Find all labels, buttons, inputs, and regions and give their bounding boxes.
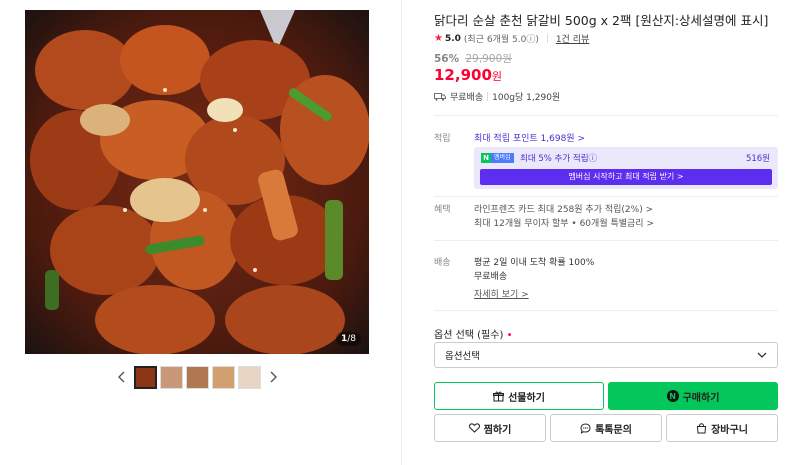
- discount-rate: 56%: [434, 53, 460, 65]
- unit-price: 100g당 1,290원: [492, 93, 561, 103]
- gift-button-label: 선물하기: [508, 392, 545, 404]
- sale-price: 12,900원: [434, 66, 502, 84]
- buy-button[interactable]: N 구매하기: [608, 382, 778, 410]
- cart-button-label: 장바구니: [711, 424, 748, 436]
- option-selected-value: 옵션선택: [445, 351, 480, 362]
- buy-button-label: 구매하기: [682, 392, 720, 404]
- cart-button[interactable]: 장바구니: [666, 414, 778, 442]
- heart-icon: [468, 423, 480, 433]
- divider: [434, 115, 778, 116]
- shipping-label: 무료배송: [450, 93, 484, 103]
- benefits-label: 혜택: [434, 205, 451, 215]
- required-mark: •: [506, 330, 513, 341]
- product-gallery: 1/8: [0, 0, 400, 465]
- thumbnail-1[interactable]: [134, 365, 157, 389]
- divider: [434, 240, 778, 241]
- membership-box: N 멤버십 최대 5% 추가 적립ⓘ 516원 멤버십 시작하고 최대 적립 받…: [474, 147, 778, 189]
- delivery-arrival-rate: 평균 2일 이내 도착 확률 100%: [474, 258, 595, 268]
- membership-extra-points: 최대 5% 추가 적립ⓘ: [520, 154, 598, 164]
- discount-row: 56% 29,900원: [434, 51, 512, 66]
- card-benefit-link[interactable]: 라인프렌즈 카드 최대 258원 추가 적립(2%) >: [474, 202, 653, 215]
- thumbnail-2[interactable]: [160, 365, 183, 389]
- thumbnail-strip: [115, 364, 280, 390]
- rating-row: ★ 5.0 (최근 6개월 5.0ⓘ) 1건 리뷰: [434, 32, 589, 45]
- gift-button[interactable]: 선물하기: [434, 382, 604, 410]
- option-label: 옵션 선택 (필수) •: [434, 326, 512, 341]
- naver-plus-badge: N 멤버십: [481, 153, 514, 163]
- chevron-down-icon: [757, 352, 767, 358]
- product-title: 닭다리 순살 춘천 닭갈비 500g x 2팩 [원산지:상세설명에 표시]: [434, 13, 769, 28]
- review-link[interactable]: 1건 리뷰: [556, 32, 589, 45]
- naver-n-icon: N: [481, 153, 491, 163]
- membership-start-button[interactable]: 멤버십 시작하고 최대 적립 받기 >: [480, 169, 772, 185]
- rating-score: 5.0: [444, 33, 461, 44]
- thumbnail-4[interactable]: [212, 365, 235, 389]
- product-info-panel: 닭다리 순살 춘천 닭갈비 500g x 2팩 [원산지:상세설명에 표시] ★…: [434, 0, 778, 465]
- divider: [434, 310, 778, 311]
- column-divider: [401, 0, 402, 465]
- points-label: 적립: [434, 134, 451, 144]
- option-select[interactable]: 옵션선택: [434, 342, 778, 368]
- shipping-row: 무료배송 100g당 1,290원: [434, 90, 560, 103]
- delivery-detail-link[interactable]: 자세히 보기 >: [474, 287, 529, 300]
- gift-icon: [493, 391, 505, 401]
- rating-detail[interactable]: (최근 6개월 5.0ⓘ): [464, 32, 539, 45]
- dakgalbi-photo: [25, 10, 369, 354]
- wishlist-button[interactable]: 찜하기: [434, 414, 546, 442]
- naver-pay-icon: N: [666, 390, 679, 402]
- rating-separator: [546, 34, 548, 43]
- shipping-separator: [487, 92, 489, 101]
- truck-icon: [434, 92, 446, 101]
- delivery-fee: 무료배송: [474, 272, 508, 282]
- photo-counter: 1/8: [335, 332, 361, 346]
- option-label-text: 옵션 선택 (필수): [434, 330, 504, 341]
- installment-benefit-link[interactable]: 최대 12개월 무이자 할부 • 60개월 특별금리 >: [474, 216, 654, 229]
- main-product-photo[interactable]: 1/8: [25, 10, 369, 354]
- sale-price-value: 12,900: [434, 66, 492, 84]
- divider: [434, 196, 778, 197]
- chat-bubble-icon: [580, 422, 591, 434]
- talktalk-button-label: 톡톡문의: [595, 424, 632, 436]
- thumbnail-3[interactable]: [186, 365, 209, 389]
- shopping-bag-icon: [697, 422, 707, 433]
- membership-amount: 516원: [745, 154, 770, 164]
- chevron-left-icon[interactable]: [115, 365, 129, 389]
- wishlist-button-label: 찜하기: [483, 424, 512, 436]
- original-price: 29,900원: [465, 53, 512, 65]
- talktalk-inquiry-button[interactable]: 톡톡문의: [550, 414, 662, 442]
- star-icon: ★: [434, 33, 443, 44]
- delivery-label: 배송: [434, 258, 451, 268]
- membership-badge-label: 멤버십: [491, 153, 514, 163]
- chevron-right-icon[interactable]: [266, 365, 280, 389]
- max-points-link[interactable]: 최대 적립 포인트 1,698원 >: [474, 131, 585, 144]
- sale-price-unit: 원: [491, 70, 503, 83]
- photo-counter-total: /8: [347, 334, 356, 344]
- thumbnail-5[interactable]: [238, 365, 261, 389]
